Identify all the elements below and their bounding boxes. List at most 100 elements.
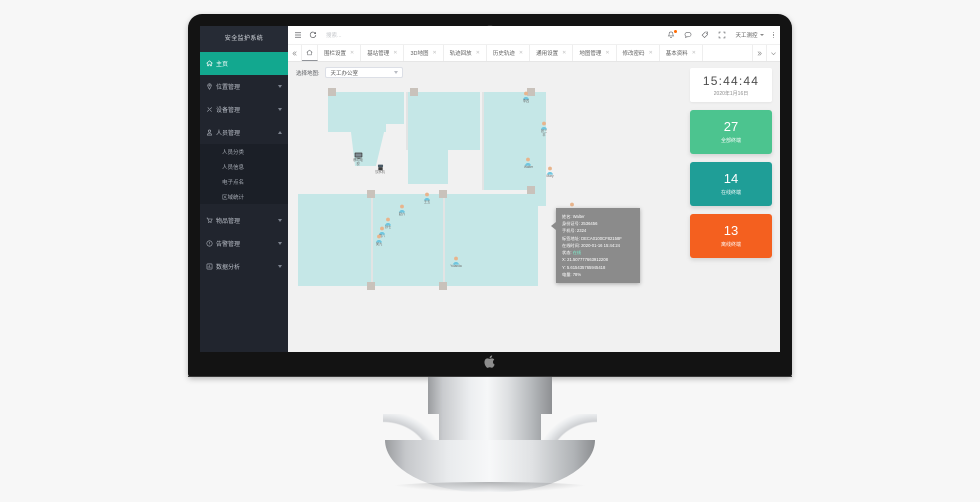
hamburger-icon[interactable]	[294, 31, 302, 39]
tooltip-value: Walter	[572, 214, 585, 219]
pillar-marker	[439, 190, 447, 198]
person-marker[interactable]: 张三丰	[540, 121, 548, 137]
fullscreen-icon[interactable]	[718, 31, 726, 39]
map-toolbar: 选择地图: 天工办公室	[288, 62, 684, 82]
close-icon[interactable]: ✕	[476, 50, 480, 56]
person-icon	[206, 129, 213, 136]
sidebar-item-device[interactable]: 设备管理	[200, 98, 288, 121]
tooltip-value: 2324	[576, 228, 587, 234]
app-brand-title: 安全监护系统	[200, 26, 288, 52]
sidebar-item-goods[interactable]: 物品管理	[200, 209, 288, 232]
wall-divider	[371, 194, 373, 286]
person-marker[interactable]: Yolanda	[448, 256, 464, 269]
more-options-icon[interactable]	[772, 31, 774, 39]
person-marker[interactable]: Mary	[546, 166, 554, 179]
stat-card-total-terminals[interactable]: 27 全部终端	[690, 110, 772, 154]
tab-change-password[interactable]: 修改密码 ✕	[617, 45, 660, 61]
screenshot-stage: 安全监护系统 主页 位置管理 设备管理 人员管理 人员分类 人员信息 电子点名 …	[0, 0, 980, 502]
tabs-scroll-left-button[interactable]	[288, 45, 302, 61]
tooltip-label: Y:	[562, 264, 566, 270]
sidebar-item-location[interactable]: 位置管理	[200, 75, 288, 98]
person-marker[interactable]: Walter	[524, 157, 534, 170]
sidebar-subitem-area-statistics[interactable]: 区域统计	[200, 189, 288, 204]
tab-fence-settings[interactable]: 围栏设置 ✕	[318, 45, 362, 61]
tab-home[interactable]	[302, 45, 318, 61]
home-icon	[206, 60, 213, 67]
close-icon[interactable]: ✕	[692, 50, 696, 56]
person-marker[interactable]: 赵六	[398, 204, 406, 217]
tab-label: 地图管理	[579, 51, 602, 57]
main-region: 搜索... 天工测控 围栏设置 ✕ 基站管理 ✕ 3D地图 ✕ 轨迹回放 ✕ 历…	[288, 26, 780, 352]
map-select-dropdown[interactable]: 天工办公室	[324, 67, 403, 78]
tooltip-row: 手机号: 2324	[562, 227, 634, 234]
wall-divider	[443, 194, 445, 286]
map-pane: 选择地图: 天工办公室 移动电视 饮水机 李四 张三丰 Walter Mary …	[288, 62, 684, 352]
chevron-down-icon	[278, 85, 282, 88]
chevron-down-icon	[393, 71, 398, 74]
map-select-label: 选择地图:	[296, 70, 320, 77]
room-area	[408, 150, 448, 184]
tab-history-track[interactable]: 历史轨迹 ✕	[487, 45, 531, 61]
sidebar-item-data-analysis[interactable]: 数据分析	[200, 255, 288, 278]
message-icon[interactable]	[684, 31, 692, 39]
close-icon[interactable]: ✕	[649, 50, 653, 56]
sidebar-item-home[interactable]: 主页	[200, 52, 288, 75]
bell-icon[interactable]	[667, 30, 678, 39]
map-object-label: 移动电视	[353, 158, 363, 166]
pillar-marker	[410, 88, 418, 96]
tab-3d-map[interactable]: 3D地图 ✕	[404, 45, 444, 61]
map-object-marker[interactable]: 移动电视	[352, 152, 364, 166]
tab-label: 围栏设置	[324, 51, 347, 57]
stat-value: 14	[723, 170, 739, 186]
tooltip-row: 状态: 在线	[562, 249, 634, 256]
sidebar-item-label: 物品管理	[216, 219, 241, 225]
sidebar-subitem-electronic-rollcall[interactable]: 电子点名	[200, 174, 288, 189]
tab-general-settings[interactable]: 通用设置 ✕	[530, 45, 574, 61]
stat-label: 全部终端	[720, 138, 741, 145]
sidebar-item-alarm[interactable]: 告警管理	[200, 232, 288, 255]
sidebar-item-label: 设备管理	[216, 108, 241, 114]
tab-map-management[interactable]: 地图管理 ✕	[573, 45, 617, 61]
tooltip-value: DECA0100CF82158F	[581, 235, 622, 241]
tab-label: 基站管理	[367, 51, 390, 57]
tooltip-row: 姓名: Walter	[562, 213, 634, 220]
wall-divider	[406, 92, 408, 150]
stat-value: 13	[723, 222, 739, 238]
tab-base-station[interactable]: 基站管理 ✕	[361, 45, 405, 61]
tabs-scroll-right-button[interactable]	[752, 45, 766, 61]
person-info-tooltip: 姓名: Walter 身份证号: 2536456 手机号: 2324 标签地址:…	[551, 208, 640, 283]
sidebar-subitem-person-category[interactable]: 人员分类	[200, 144, 288, 159]
floorplan-map[interactable]: 移动电视 饮水机 李四 张三丰 Walter Mary 王五 赵六 孙七 周八 …	[288, 84, 684, 352]
top-bar: 搜索... 天工测控	[288, 26, 780, 45]
sidebar-subitem-person-info[interactable]: 人员信息	[200, 159, 288, 174]
person-label: Walter	[524, 165, 534, 169]
stat-card-offline-terminals[interactable]: 13 离线终端	[690, 214, 772, 258]
tabs-dropdown-button[interactable]	[766, 45, 780, 61]
chevron-up-icon	[278, 131, 282, 134]
search-input[interactable]: 搜索...	[326, 31, 342, 39]
sidebar-item-label: 数据分析	[216, 265, 241, 271]
chevron-down-icon	[759, 34, 764, 36]
user-menu[interactable]: 天工测控	[735, 31, 764, 39]
cart-icon	[206, 217, 213, 224]
tab-track-playback[interactable]: 轨迹回放 ✕	[444, 45, 487, 61]
close-icon[interactable]: ✕	[562, 50, 566, 56]
refresh-icon[interactable]	[309, 31, 317, 39]
location-icon	[206, 83, 213, 90]
close-icon[interactable]: ✕	[519, 50, 523, 56]
close-icon[interactable]: ✕	[350, 50, 354, 56]
person-marker[interactable]: 吴九	[375, 234, 383, 247]
tooltip-label: 身份证号:	[562, 221, 580, 227]
stat-label: 离线终端	[720, 242, 741, 249]
tab-label: 修改密码	[622, 51, 645, 57]
person-marker[interactable]: 王五	[423, 192, 431, 205]
tab-basic-info[interactable]: 基本资料 ✕	[660, 45, 703, 61]
sidebar-item-personnel[interactable]: 人员管理	[200, 121, 288, 144]
close-icon[interactable]: ✕	[432, 50, 436, 56]
stat-card-online-terminals[interactable]: 14 在线终端	[690, 162, 772, 206]
close-icon[interactable]: ✕	[393, 50, 397, 56]
tag-icon[interactable]	[701, 31, 709, 39]
person-marker[interactable]: 李四	[522, 91, 530, 104]
close-icon[interactable]: ✕	[605, 50, 609, 56]
map-object-marker[interactable]: 饮水机	[374, 164, 386, 175]
